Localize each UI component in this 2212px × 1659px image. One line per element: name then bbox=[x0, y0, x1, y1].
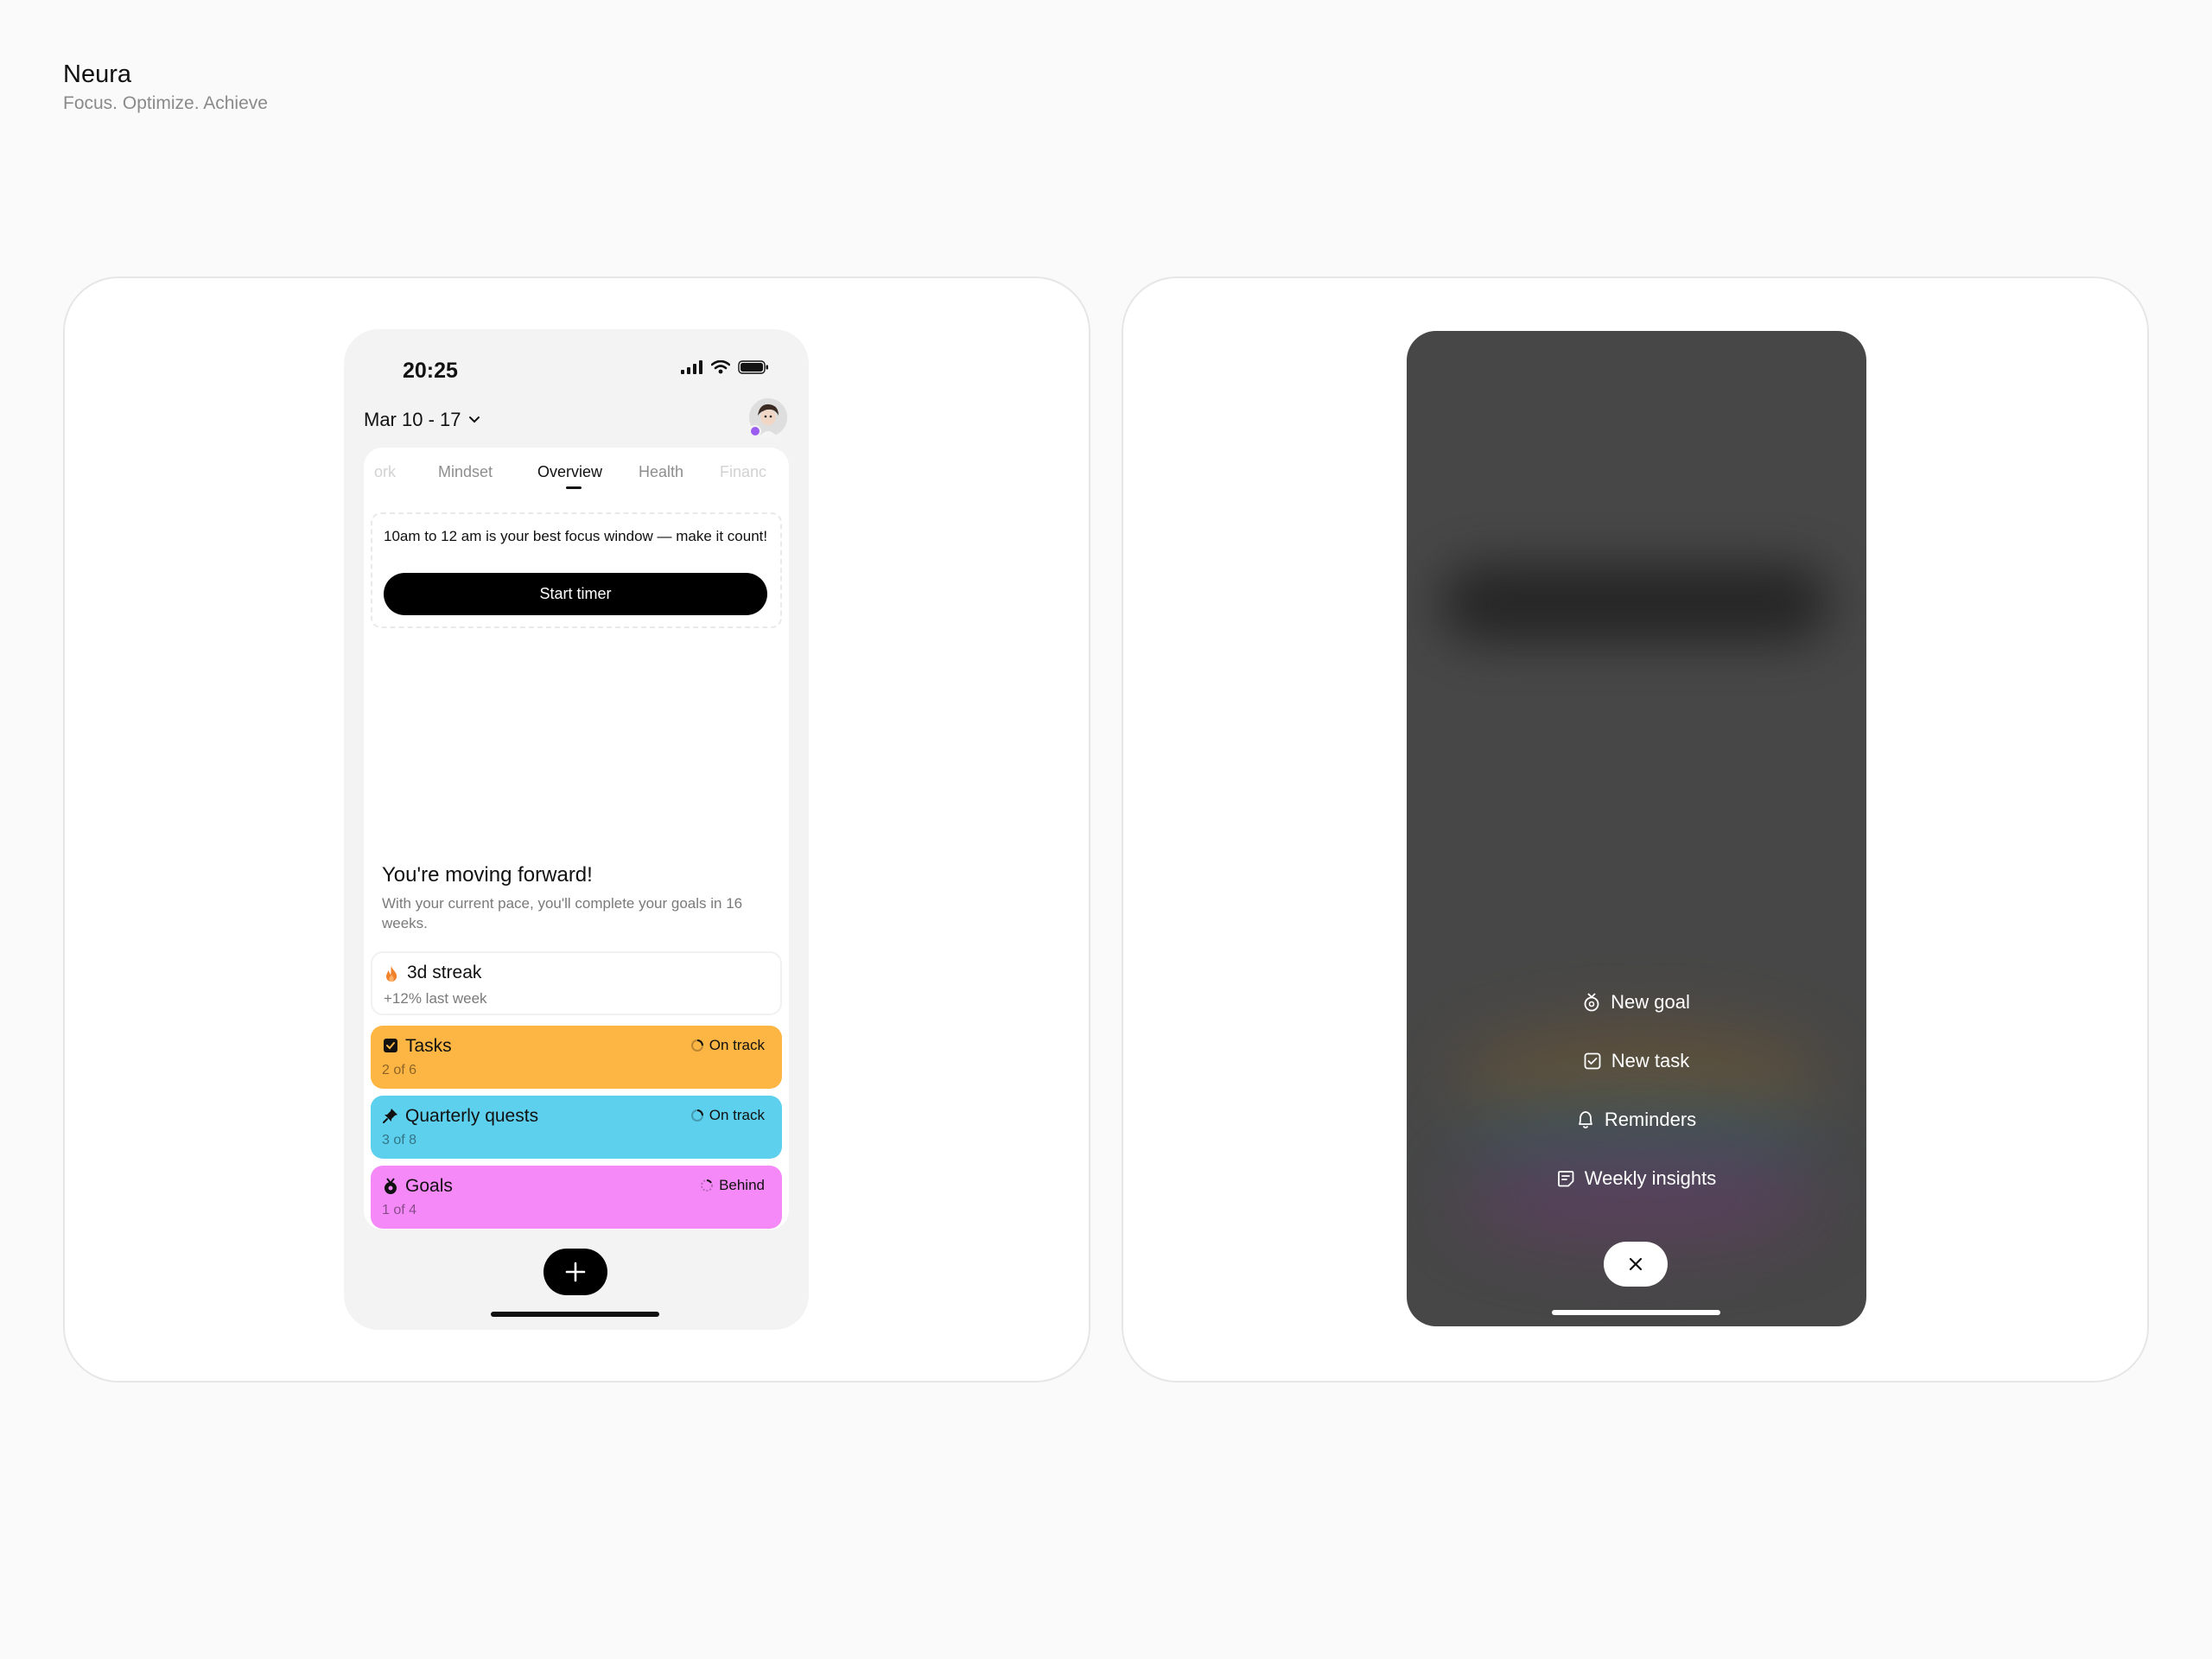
focus-window-card: 10am to 12 am is your best focus window … bbox=[371, 512, 782, 628]
brand-title: Neura bbox=[63, 60, 131, 88]
tasks-card[interactable]: Tasks 2 of 6 On track bbox=[371, 1026, 782, 1089]
progress-ring-icon bbox=[690, 1109, 703, 1122]
quarterly-quests-card[interactable]: Quarterly quests 3 of 8 On track bbox=[371, 1096, 782, 1159]
avatar[interactable] bbox=[749, 398, 787, 437]
active-tab-indicator bbox=[566, 486, 582, 489]
tab-finance[interactable]: Financ bbox=[720, 463, 766, 481]
tasks-status: On track bbox=[690, 1037, 765, 1054]
bell-icon bbox=[1578, 1111, 1592, 1128]
medal-icon bbox=[385, 1178, 397, 1194]
date-range-selector[interactable]: Mar 10 - 17 bbox=[364, 409, 480, 431]
flame-icon bbox=[386, 966, 397, 982]
start-timer-button[interactable]: Start timer bbox=[384, 573, 767, 615]
menu-weekly-insights[interactable]: Weekly insights bbox=[1407, 1167, 1866, 1190]
progress-title: You're moving forward! bbox=[382, 863, 593, 887]
insights-icon bbox=[1557, 1171, 1574, 1187]
tab-health[interactable]: Health bbox=[639, 463, 683, 481]
checkbox-icon bbox=[384, 1039, 397, 1052]
brand-tagline: Focus. Optimize. Achieve bbox=[63, 93, 268, 113]
progress-ring-icon bbox=[701, 1179, 714, 1192]
plus-icon bbox=[565, 1262, 586, 1282]
wifi-icon bbox=[711, 360, 730, 374]
tab-overview[interactable]: Overview bbox=[537, 463, 602, 481]
blur-glow-pink bbox=[1459, 1152, 1821, 1247]
add-button[interactable] bbox=[543, 1249, 607, 1295]
tasks-title: Tasks bbox=[405, 1036, 452, 1056]
quests-status-label: On track bbox=[709, 1107, 765, 1123]
goals-title: Goals bbox=[405, 1176, 453, 1196]
menu-new-goal-label: New goal bbox=[1611, 991, 1690, 1013]
quests-status: On track bbox=[690, 1107, 765, 1124]
close-icon bbox=[1629, 1257, 1643, 1271]
streak-title: 3d streak bbox=[407, 963, 482, 982]
battery-icon bbox=[738, 360, 768, 374]
home-indicator bbox=[491, 1312, 659, 1317]
right-showcase-panel: New goal New task Reminders Weekly insig… bbox=[1122, 276, 2149, 1382]
tab-mindset[interactable]: Mindset bbox=[438, 463, 493, 481]
focus-message: 10am to 12 am is your best focus window … bbox=[384, 528, 768, 544]
left-showcase-panel: 20:25 Mar 10 - 17 ork Mindset Overview H… bbox=[63, 276, 1090, 1382]
status-time: 20:25 bbox=[403, 359, 458, 383]
tasks-status-label: On track bbox=[709, 1037, 765, 1053]
date-range-label: Mar 10 - 17 bbox=[364, 409, 461, 430]
menu-weekly-insights-label: Weekly insights bbox=[1584, 1167, 1717, 1189]
menu-reminders-label: Reminders bbox=[1604, 1109, 1697, 1130]
pin-icon bbox=[383, 1109, 397, 1123]
chevron-down-icon bbox=[468, 416, 480, 423]
tasks-count: 2 of 6 bbox=[382, 1063, 417, 1077]
home-indicator bbox=[1552, 1310, 1720, 1315]
menu-new-task[interactable]: New task bbox=[1407, 1050, 1866, 1072]
goals-status-label: Behind bbox=[719, 1177, 765, 1193]
progress-subtitle: With your current pace, you'll complete … bbox=[382, 895, 743, 931]
streak-card[interactable]: 3d streak +12% last week bbox=[371, 951, 782, 1015]
phone-overview-screen: 20:25 Mar 10 - 17 ork Mindset Overview H… bbox=[344, 329, 809, 1330]
quests-title: Quarterly quests bbox=[405, 1106, 539, 1126]
phone-quick-add-screen: New goal New task Reminders Weekly insig… bbox=[1407, 331, 1866, 1326]
progress-ring-icon bbox=[690, 1039, 703, 1052]
quests-count: 3 of 8 bbox=[382, 1133, 417, 1147]
goals-card[interactable]: Goals 1 of 4 Behind bbox=[371, 1166, 782, 1229]
close-button[interactable] bbox=[1604, 1242, 1668, 1287]
signal-icon bbox=[681, 360, 702, 374]
menu-new-task-label: New task bbox=[1611, 1050, 1690, 1071]
medal-icon bbox=[1584, 993, 1599, 1012]
status-icons bbox=[681, 360, 769, 374]
avatar-status-dot bbox=[749, 425, 761, 437]
checkbox-icon bbox=[1584, 1052, 1601, 1070]
goals-count: 1 of 4 bbox=[382, 1203, 417, 1217]
blurred-background bbox=[1441, 564, 1830, 642]
streak-subtitle: +12% last week bbox=[384, 990, 487, 1007]
goals-status: Behind bbox=[700, 1177, 765, 1194]
menu-reminders[interactable]: Reminders bbox=[1407, 1109, 1866, 1131]
menu-new-goal[interactable]: New goal bbox=[1407, 991, 1866, 1014]
category-tabs: ork Mindset Overview Health Financ bbox=[364, 448, 789, 505]
overview-card: ork Mindset Overview Health Financ 10am … bbox=[364, 448, 789, 1230]
tab-work[interactable]: ork bbox=[374, 463, 396, 481]
